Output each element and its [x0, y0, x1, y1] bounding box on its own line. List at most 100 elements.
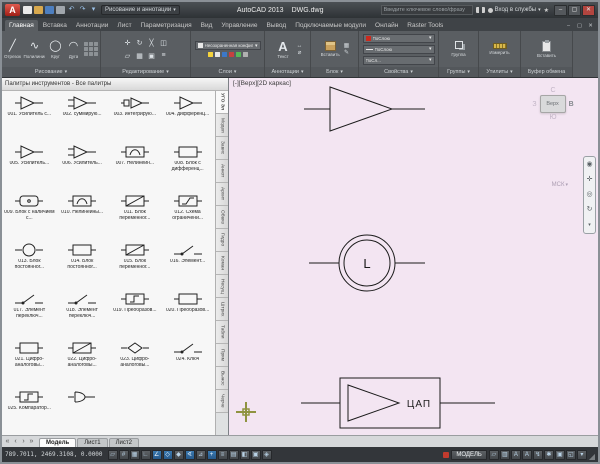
coordinate-system-menu[interactable]: МСК: [552, 182, 568, 188]
workspace-switch-icon[interactable]: ✱: [544, 450, 554, 460]
ribbon-tab-Параметризация[interactable]: Параметризация: [137, 20, 196, 31]
lineweight-dropdown[interactable]: ПоСл...: [363, 56, 435, 65]
palette-item[interactable]: 018. Элемент переключ...: [56, 288, 109, 337]
grid-toggle[interactable]: ▦: [130, 450, 140, 460]
modify-tools[interactable]: ✛ ↻ ╳ ◫ ▱ ▦ ▣ ≡: [122, 36, 170, 62]
palette-item[interactable]: 011. Блок переменног...: [109, 190, 162, 239]
palette-item[interactable]: 023. Цифро-аналоговы...: [109, 337, 162, 386]
palette-item[interactable]: 013. Блок постоянног...: [3, 239, 56, 288]
ducs-toggle[interactable]: ⊿: [196, 450, 206, 460]
next-layout-icon[interactable]: ›: [20, 437, 27, 446]
app-menu-button[interactable]: A: [5, 4, 20, 16]
palette-tab-Обвяз[interactable]: Обвяз: [216, 206, 228, 229]
palette-tab-Архит[interactable]: Архит: [216, 183, 228, 206]
palette-item[interactable]: 021. Цифро-аналоговы...: [3, 337, 56, 386]
annotation-visibility-icon[interactable]: А: [522, 450, 532, 460]
viewcube[interactable]: С З Верх В Ю: [524, 86, 582, 122]
paste-tool[interactable]: Вставить: [536, 41, 557, 58]
palette-tab-Коман[interactable]: Коман: [216, 252, 228, 275]
annotation-scale-icon[interactable]: А: [511, 450, 521, 460]
ribbon-tab-Вывод[interactable]: Вывод: [263, 20, 291, 31]
dimension-tools[interactable]: ↔ ⌀: [297, 43, 303, 56]
circle-tool[interactable]: Круг: [48, 40, 63, 59]
polyline-tool[interactable]: Полилиния: [24, 40, 45, 59]
amplifier-symbol[interactable]: [304, 87, 425, 131]
palette-tab-Табли[interactable]: Табли: [216, 321, 228, 344]
layer-tools[interactable]: [208, 52, 248, 57]
otrack-toggle[interactable]: ∢: [185, 450, 195, 460]
quickview-layout-icon[interactable]: ▱: [489, 450, 499, 460]
viewcube-west[interactable]: З: [532, 101, 536, 108]
palette-tab-Вынос[interactable]: Вынос: [216, 367, 228, 390]
palette-item[interactable]: 007. Нелинейн...: [109, 141, 162, 190]
viewcube-face[interactable]: Верх: [540, 95, 566, 113]
palette-item[interactable]: 017. Элемент переключ...: [3, 288, 56, 337]
lwt-toggle[interactable]: ≡: [218, 450, 228, 460]
layer-color-icon[interactable]: [229, 52, 234, 57]
layer-freeze-icon[interactable]: [215, 52, 220, 57]
layout-tab-Лист2[interactable]: Лист2: [109, 438, 139, 447]
infocenter-search-input[interactable]: [381, 5, 473, 15]
drawing-canvas[interactable]: L ЦАП: [229, 78, 598, 435]
dimension-icon[interactable]: ↔: [297, 43, 303, 49]
navbar-menu-icon[interactable]: [588, 221, 591, 229]
palette-item[interactable]: [56, 386, 109, 435]
palette-tab-Завис[interactable]: Завис: [216, 137, 228, 160]
osnap3d-toggle[interactable]: ◆: [174, 450, 184, 460]
orbit-icon[interactable]: [587, 206, 593, 214]
ribbon-tab-Raster Tools[interactable]: Raster Tools: [403, 20, 447, 31]
ortho-toggle[interactable]: ∟: [141, 450, 151, 460]
linetype-dropdown[interactable]: ПоСлою: [363, 45, 435, 54]
palette-title[interactable]: Палитры инструментов - Все палитры: [2, 78, 228, 91]
infer-toggle[interactable]: ▱: [108, 450, 118, 460]
model-space-button[interactable]: МОДЕЛЬ: [451, 450, 486, 460]
qat-plot-icon[interactable]: [56, 6, 65, 14]
insert-block-tool[interactable]: Вставить: [320, 41, 341, 57]
qat-save-file-icon[interactable]: [45, 6, 54, 14]
qat-redo-icon[interactable]: ↷: [78, 6, 87, 14]
palette-item[interactable]: 009. Блок с наличием с...: [3, 190, 56, 239]
ribbon-tab-Управление[interactable]: Управление: [217, 20, 261, 31]
qp-toggle[interactable]: ◧: [240, 450, 250, 460]
resize-grip-icon[interactable]: [589, 446, 595, 464]
block-tools[interactable]: ▦ ✎: [344, 43, 350, 56]
zoom-icon[interactable]: [586, 191, 592, 199]
am-toggle[interactable]: ◈: [262, 450, 272, 460]
minimize-button[interactable]: [554, 5, 567, 16]
trim-icon[interactable]: ╳: [149, 39, 153, 47]
annotation-auto-icon[interactable]: ↯: [533, 450, 543, 460]
prev-layout-icon[interactable]: ‹: [12, 437, 19, 446]
group-tool[interactable]: Группа: [448, 41, 469, 57]
doc-restore-button[interactable]: [575, 23, 584, 29]
palette-item[interactable]: 008. Блок с дифференц...: [161, 141, 214, 190]
layer-lock-icon[interactable]: [222, 52, 227, 57]
tpy-toggle[interactable]: ▤: [229, 450, 239, 460]
layout-tab-Модель[interactable]: Модель: [39, 438, 76, 447]
ribbon-tab-Лист[interactable]: Лист: [113, 20, 135, 31]
palette-item[interactable]: 012. Схема ограничени...: [161, 190, 214, 239]
ribbon-tab-Аннотации[interactable]: Аннотации: [72, 20, 113, 31]
qat-new-file-icon[interactable]: [23, 6, 32, 14]
ribbon-tab-Вид[interactable]: Вид: [197, 20, 217, 31]
palette-tab-УГО Эл[interactable]: УГО Эл: [216, 91, 228, 114]
panel-block-label[interactable]: Блок: [311, 67, 358, 77]
favorites-icon[interactable]: ★: [544, 7, 549, 14]
stretch-icon[interactable]: ≡: [161, 52, 165, 59]
draw-more-tools[interactable]: [84, 42, 98, 56]
qat-undo-icon[interactable]: ↶: [67, 6, 76, 14]
layout-tab-Лист1[interactable]: Лист1: [77, 438, 107, 447]
close-button[interactable]: [582, 5, 595, 16]
palette-tab-Аннот[interactable]: Аннот: [216, 160, 228, 183]
palette-tab-Несущ[interactable]: Несущ: [216, 275, 228, 298]
steering-wheel-icon[interactable]: [586, 161, 592, 169]
palette-item[interactable]: 015. Блок переменног...: [109, 239, 162, 288]
color-dropdown[interactable]: ПоСлою: [363, 34, 435, 43]
viewcube-east[interactable]: В: [569, 101, 574, 108]
palette-item[interactable]: 020. Преобразов...: [161, 288, 214, 337]
polar-toggle[interactable]: ∠: [152, 450, 162, 460]
status-menu-icon[interactable]: ▾: [577, 450, 587, 460]
toolbar-lock-icon[interactable]: ▣: [555, 450, 565, 460]
palette-item[interactable]: 006. Усилитель...: [56, 141, 109, 190]
layer-prev-icon[interactable]: [243, 52, 248, 57]
maximize-button[interactable]: [568, 5, 581, 16]
